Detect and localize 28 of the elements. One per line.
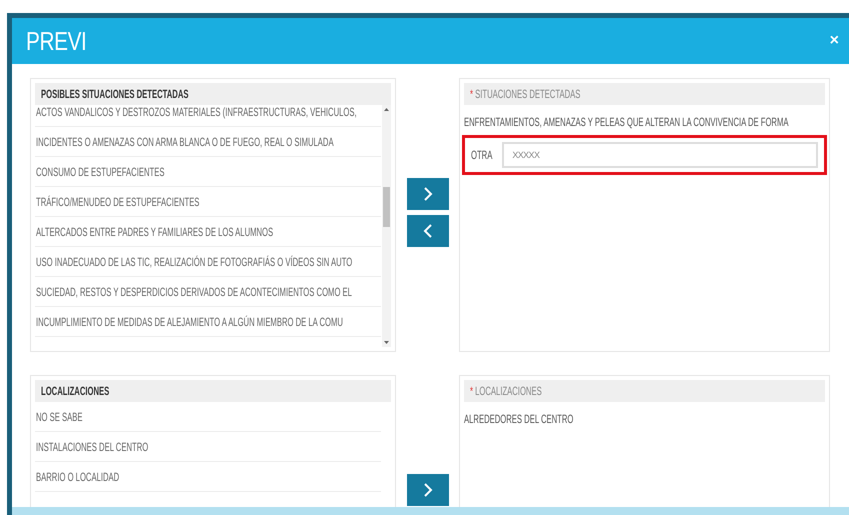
input-field[interactable]: XXXXX bbox=[502, 142, 818, 168]
remove-button[interactable] bbox=[406, 215, 448, 247]
scrollbar[interactable] bbox=[382, 105, 391, 347]
selected-item[interactable]: ALREDEDORES DEL CENTRO bbox=[464, 402, 825, 432]
list-header-text: POSIBLES SITUACIONES DETECTADAS bbox=[41, 87, 188, 101]
chevron-right-icon bbox=[422, 482, 432, 498]
list-item[interactable]: CONSUMO DE ESTUPEFACIENTES bbox=[35, 157, 381, 187]
list-item[interactable]: ALTERCADOS ENTRE PADRES Y FAMILIARES DE LOS ALUMNOS bbox=[35, 217, 381, 247]
scrollbar-thumb[interactable] bbox=[383, 187, 390, 227]
list-header-text: LOCALIZACIONES bbox=[41, 384, 110, 398]
dialog-title: PREVI bbox=[26, 26, 86, 56]
list-item[interactable]: BARRIO O LOCALIDAD bbox=[35, 462, 381, 492]
list-item[interactable]: INCUMPLIMIENTO DE MEDIDAS DE ALEJAMIENTO A ALGÚN MIEMBRO DE LA COMU bbox=[35, 307, 381, 337]
list-item[interactable]: INSTALACIONES DEL CENTRO bbox=[35, 432, 381, 462]
list-header-text: * LOCALIZACIONES bbox=[470, 384, 542, 398]
list-header-text: * SITUACIONES DETECTADAS bbox=[470, 87, 580, 101]
list-item[interactable]: NO SE SABE bbox=[35, 402, 381, 432]
list-item[interactable]: INCIDENTES O AMENAZAS CON ARMA BLANCA O DE FUEGO, REAL O SIMULADA bbox=[35, 127, 381, 157]
list-item[interactable]: TRÁFICO/MENUDEO DE ESTUPEFACIENTES bbox=[35, 187, 381, 217]
chevron-right-icon bbox=[422, 186, 432, 202]
other-label: OTRA bbox=[471, 148, 492, 162]
chevron-left-icon bbox=[422, 223, 432, 239]
add-button[interactable] bbox=[406, 474, 448, 506]
selected-item[interactable]: ENFRENTAMIENTOS, AMENAZAS Y PELEAS QUE ALTERAN LA CONVIVENCIA DE FORMA bbox=[464, 105, 825, 135]
list-item[interactable]: SUCIEDAD, RESTOS Y DESPERDICIOS DERIVADOS DE ACONTECIMIENTOS COMO EL bbox=[35, 277, 381, 307]
list-item[interactable]: ACTOS VANDALICOS Y DESTROZOS MATERIALES (INFRAESTRUCTURAS, VEHICULOS, bbox=[35, 105, 381, 127]
add-button[interactable] bbox=[406, 178, 448, 210]
list-item[interactable]: USO INADECUADO DE LAS TIC, REALIZACIÓN DE FOTOGRAFIÁS O VÍDEOS SIN AUTO bbox=[35, 247, 381, 277]
